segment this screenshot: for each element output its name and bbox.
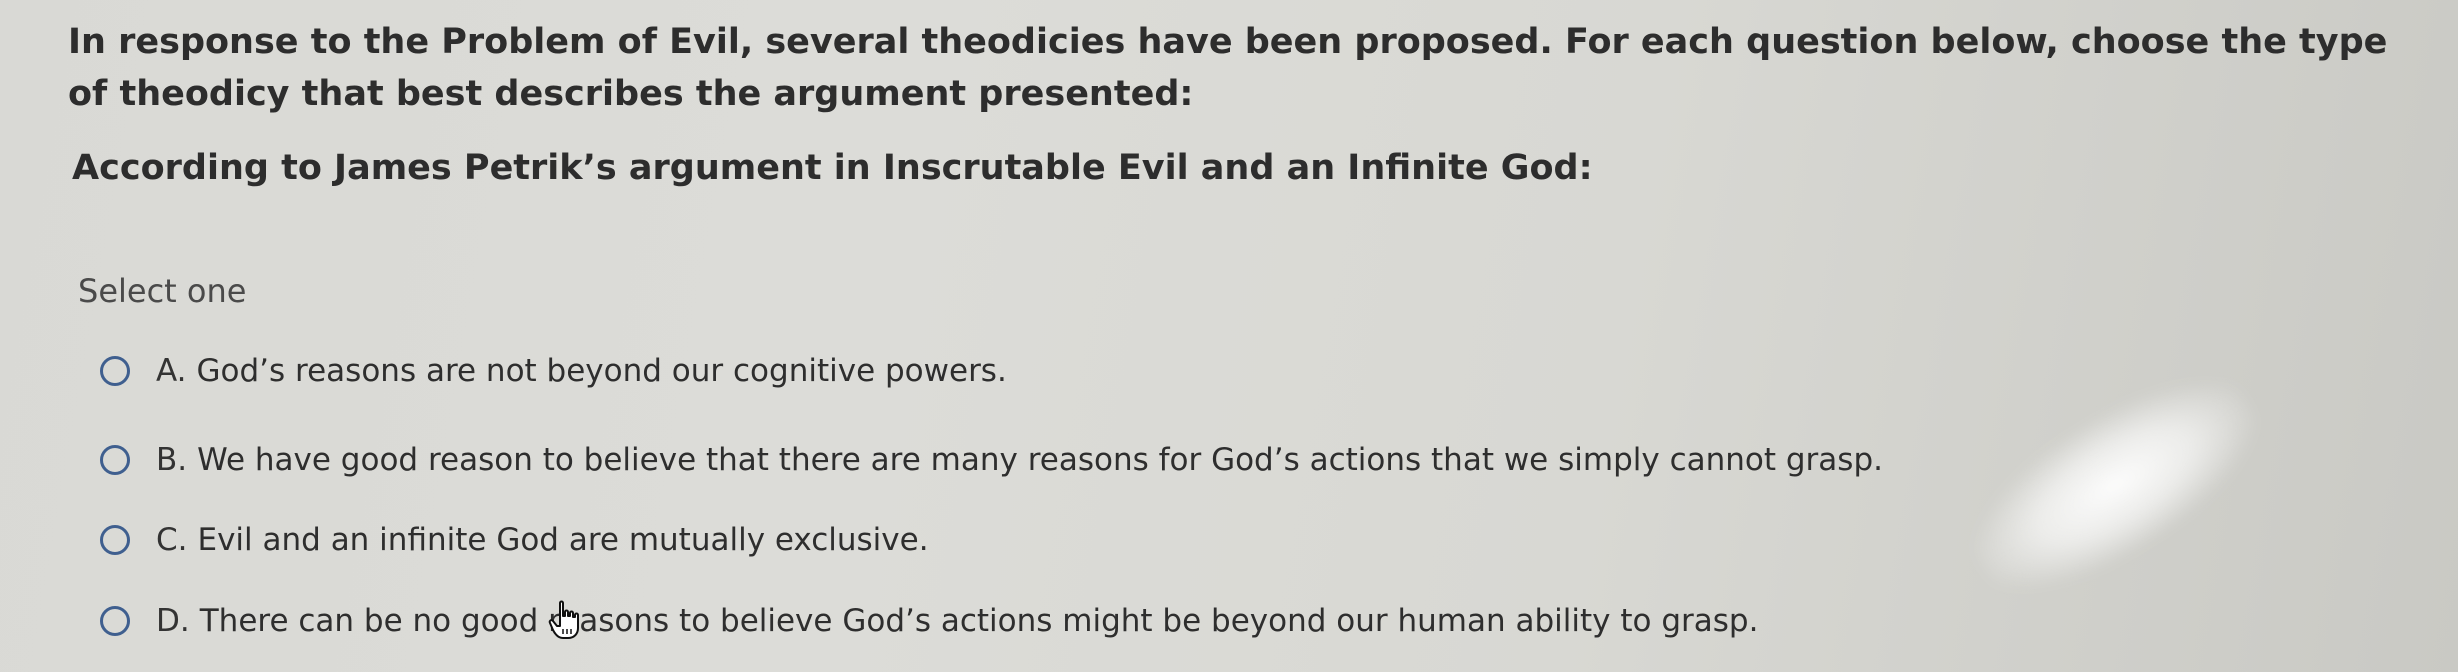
- option-c[interactable]: C. Evil and an infinite God are mutually…: [100, 522, 929, 558]
- question-text: In response to the Problem of Evil, seve…: [68, 22, 2388, 114]
- screen-glare: [1949, 347, 2281, 623]
- hand-pointer-icon: [548, 600, 579, 639]
- option-letter: D.: [156, 603, 190, 639]
- option-label: Evil and an infinite God are mutually ex…: [197, 522, 929, 558]
- option-letter: C.: [156, 522, 188, 558]
- select-one-label: Select one: [78, 272, 247, 310]
- radio-unchecked-icon[interactable]: [100, 606, 130, 636]
- option-b[interactable]: B. We have good reason to believe that t…: [100, 442, 1883, 478]
- option-a[interactable]: A. God’s reasons are not beyond our cogn…: [100, 353, 1007, 389]
- option-label: There can be no good reasons to believe …: [199, 603, 1759, 639]
- question-subtext: According to James Petrik’s argument in …: [72, 148, 1593, 188]
- option-d[interactable]: D. There can be no good reasons to belie…: [100, 603, 1758, 639]
- option-label: God’s reasons are not beyond our cogniti…: [196, 353, 1007, 389]
- option-letter: A.: [156, 353, 187, 389]
- option-letter: B.: [156, 442, 188, 478]
- radio-unchecked-icon[interactable]: [100, 356, 130, 386]
- radio-unchecked-icon[interactable]: [100, 445, 130, 475]
- radio-unchecked-icon[interactable]: [100, 525, 130, 555]
- option-label: We have good reason to believe that ther…: [197, 442, 1883, 478]
